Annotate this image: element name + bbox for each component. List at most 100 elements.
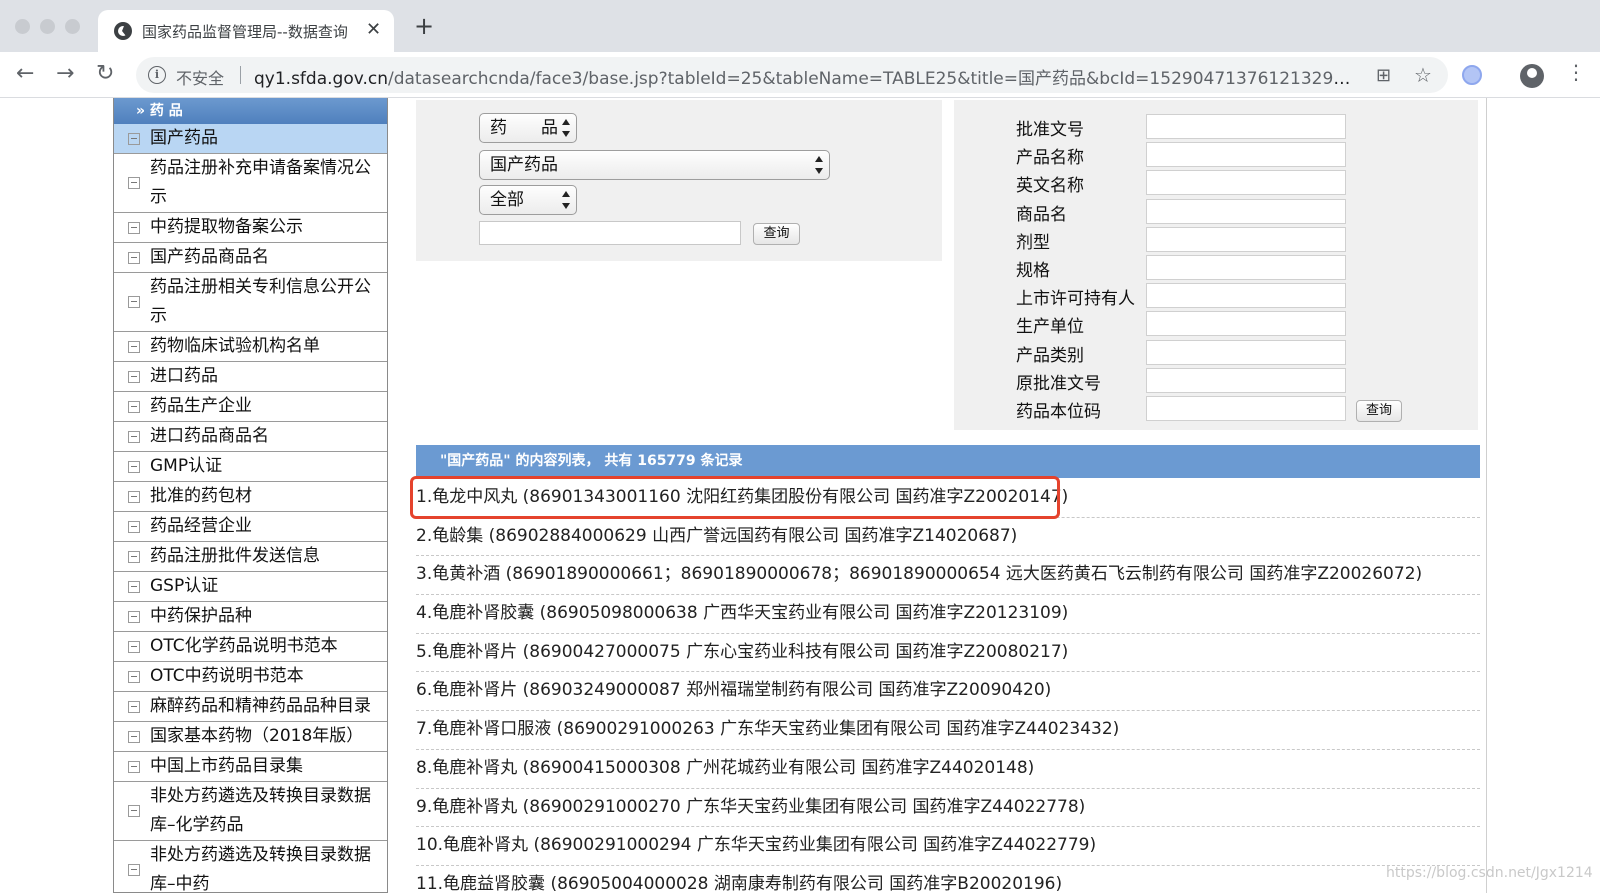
sidebar-item-label: 非处方药遴选及转换目录数据库–中药: [150, 845, 371, 893]
collapse-box-icon[interactable]: [128, 700, 140, 713]
collapse-box-icon[interactable]: [128, 221, 140, 234]
result-link[interactable]: 5.龟鹿补肾片 (86900427000075 广东心宝药业科技有限公司 国药准…: [416, 634, 1480, 673]
search-field-input[interactable]: [1146, 339, 1346, 365]
search-field-input[interactable]: [1146, 396, 1346, 421]
result-link[interactable]: 8.龟鹿补肾丸 (86900415000308 广州花城药业有限公司 国药准字Z…: [416, 750, 1480, 789]
sidebar-item[interactable]: 中药提取物备案公示: [114, 213, 387, 243]
advanced-search-button[interactable]: 查询: [1356, 400, 1402, 422]
info-icon[interactable]: i: [148, 66, 166, 84]
search-field-input[interactable]: [1146, 226, 1346, 252]
sidebar-item[interactable]: 进口药品商品名: [114, 422, 387, 452]
extension-icon[interactable]: [1462, 65, 1482, 85]
search-field-input[interactable]: [1146, 311, 1346, 337]
sidebar-item[interactable]: 批准的药包材: [114, 482, 387, 512]
sidebar-item[interactable]: 国产药品商品名: [114, 243, 387, 273]
keyword-input[interactable]: [479, 221, 741, 245]
result-link[interactable]: 4.龟鹿补肾胶囊 (86905098000638 广西华天宝药业有限公司 国药准…: [416, 595, 1480, 634]
sidebar-item[interactable]: 药物临床试验机构名单: [114, 332, 387, 362]
collapse-box-icon[interactable]: [128, 460, 140, 473]
collapse-box-icon[interactable]: [128, 760, 140, 773]
result-link[interactable]: 2.龟龄集 (86902884000629 山西广誉远国药有限公司 国药准字Z1…: [416, 518, 1480, 557]
sidebar-item[interactable]: 国产药品: [114, 124, 387, 154]
field-select[interactable]: 全部: [479, 185, 577, 215]
sidebar-item[interactable]: 药品注册补充申请备案情况公示: [114, 154, 387, 213]
window-zoom-button[interactable]: [65, 19, 80, 34]
result-link[interactable]: 7.龟鹿补肾口服液 (86900291000263 广东华天宝药业集团有限公司 …: [416, 711, 1480, 750]
back-arrow-icon[interactable]: ←: [16, 60, 34, 88]
url-text[interactable]: qy1.sfda.gov.cn/datasearchcnda/face3/bas…: [254, 64, 1359, 89]
result-link[interactable]: 11.龟鹿益肾胶囊 (86905004000028 湖南康寿制药有限公司 国药准…: [416, 866, 1480, 893]
search-field-input[interactable]: [1146, 170, 1346, 196]
collapse-box-icon[interactable]: [128, 610, 140, 623]
search-field-input[interactable]: [1146, 142, 1346, 168]
tab-title: 国家药品监督管理局--数据查询: [142, 23, 348, 41]
search-field-row: 规格: [954, 254, 1478, 282]
sidebar-item[interactable]: 中药保护品种: [114, 602, 387, 632]
search-field-input[interactable]: [1146, 283, 1346, 309]
sidebar-item[interactable]: 药品经营企业: [114, 512, 387, 542]
new-tab-button[interactable]: +: [414, 14, 434, 38]
quick-search-button[interactable]: 查询: [753, 223, 800, 245]
collapse-box-icon[interactable]: [128, 430, 140, 443]
window-minimize-button[interactable]: [40, 19, 55, 34]
collapse-box-icon[interactable]: [128, 132, 140, 145]
search-field-row: 商品名: [954, 198, 1478, 226]
collapse-box-icon[interactable]: [128, 251, 140, 264]
result-link[interactable]: 10.龟鹿补肾丸 (86900291000294 广东华天宝药业集团有限公司 国…: [416, 827, 1480, 866]
sidebar-item[interactable]: GMP认证: [114, 452, 387, 482]
collapse-box-icon[interactable]: [128, 177, 140, 189]
browser-tab-bar: 国家药品监督管理局--数据查询 ✕ +: [0, 0, 1600, 52]
globe-icon: [114, 22, 132, 40]
result-link[interactable]: 1.龟龙中风丸 (86901343001160 沈阳红药集团股份有限公司 国药准…: [416, 479, 1480, 518]
sidebar-item[interactable]: OTC化学药品说明书范本: [114, 632, 387, 662]
collapse-box-icon[interactable]: [128, 805, 140, 817]
address-bar[interactable]: i 不安全 qy1.sfda.gov.cn/datasearchcnda/fac…: [136, 57, 1448, 93]
search-field-input[interactable]: [1146, 255, 1346, 280]
search-field-input[interactable]: [1146, 114, 1346, 139]
collapse-box-icon[interactable]: [128, 370, 140, 383]
sidebar-header: » 药 品: [114, 98, 387, 124]
select-arrows-icon: [562, 191, 570, 209]
menu-dots-icon[interactable]: ⋮: [1566, 62, 1586, 82]
sidebar-item[interactable]: 非处方药遴选及转换目录数据库–化学药品: [114, 782, 387, 841]
search-field-input[interactable]: [1146, 198, 1346, 224]
collapse-box-icon[interactable]: [128, 670, 140, 683]
collapse-box-icon[interactable]: [128, 580, 140, 593]
search-field-label: 产品名称: [1016, 148, 1084, 169]
reload-icon[interactable]: ↻: [96, 60, 114, 88]
sidebar-item-label: 药物临床试验机构名单: [150, 336, 320, 356]
table-select[interactable]: 国产药品: [479, 150, 830, 180]
collapse-box-icon[interactable]: [128, 550, 140, 563]
sidebar-item[interactable]: 麻醉药品和精神药品品种目录: [114, 692, 387, 722]
sidebar-item[interactable]: 药品生产企业: [114, 392, 387, 422]
collapse-box-icon[interactable]: [128, 520, 140, 533]
translate-icon[interactable]: ⊞: [1376, 65, 1391, 86]
result-link[interactable]: 6.龟鹿补肾片 (86903249000087 郑州福瑞堂制药有限公司 国药准字…: [416, 672, 1480, 712]
collapse-box-icon[interactable]: [128, 490, 140, 503]
browser-tab-active[interactable]: 国家药品监督管理局--数据查询 ✕: [98, 10, 394, 52]
sidebar-item[interactable]: 药品注册批件发送信息: [114, 542, 387, 572]
collapse-box-icon[interactable]: [128, 730, 140, 743]
search-field-input[interactable]: [1146, 367, 1346, 393]
window-close-button[interactable]: [15, 19, 30, 34]
sidebar-item[interactable]: 中国上市药品目录集: [114, 752, 387, 782]
sidebar-item[interactable]: GSP认证: [114, 572, 387, 602]
category-select[interactable]: 药 品: [479, 113, 577, 143]
close-icon[interactable]: ✕: [366, 19, 381, 40]
sidebar-item[interactable]: 国家基本药物（2018年版）: [114, 722, 387, 752]
sidebar-item[interactable]: 非处方药遴选及转换目录数据库–中药: [114, 841, 387, 893]
collapse-box-icon[interactable]: [128, 340, 140, 353]
collapse-box-icon[interactable]: [128, 296, 140, 308]
result-link[interactable]: 9.龟鹿补肾丸 (86900291000270 广东华天宝药业集团有限公司 国药…: [416, 789, 1480, 828]
sidebar-item[interactable]: 进口药品: [114, 362, 387, 392]
result-link[interactable]: 3.龟黄补酒 (86901890000661；86901890000678；86…: [416, 556, 1480, 596]
star-icon[interactable]: ☆: [1414, 63, 1432, 87]
profile-avatar-icon[interactable]: [1520, 64, 1544, 88]
forward-arrow-icon[interactable]: →: [56, 60, 74, 88]
sidebar-item[interactable]: 药品注册相关专利信息公开公示: [114, 273, 387, 332]
collapse-box-icon[interactable]: [128, 400, 140, 413]
collapse-box-icon[interactable]: [128, 864, 140, 876]
collapse-box-icon[interactable]: [128, 640, 140, 653]
security-label[interactable]: 不安全: [176, 65, 224, 89]
sidebar-item[interactable]: OTC中药说明书范本: [114, 662, 387, 692]
